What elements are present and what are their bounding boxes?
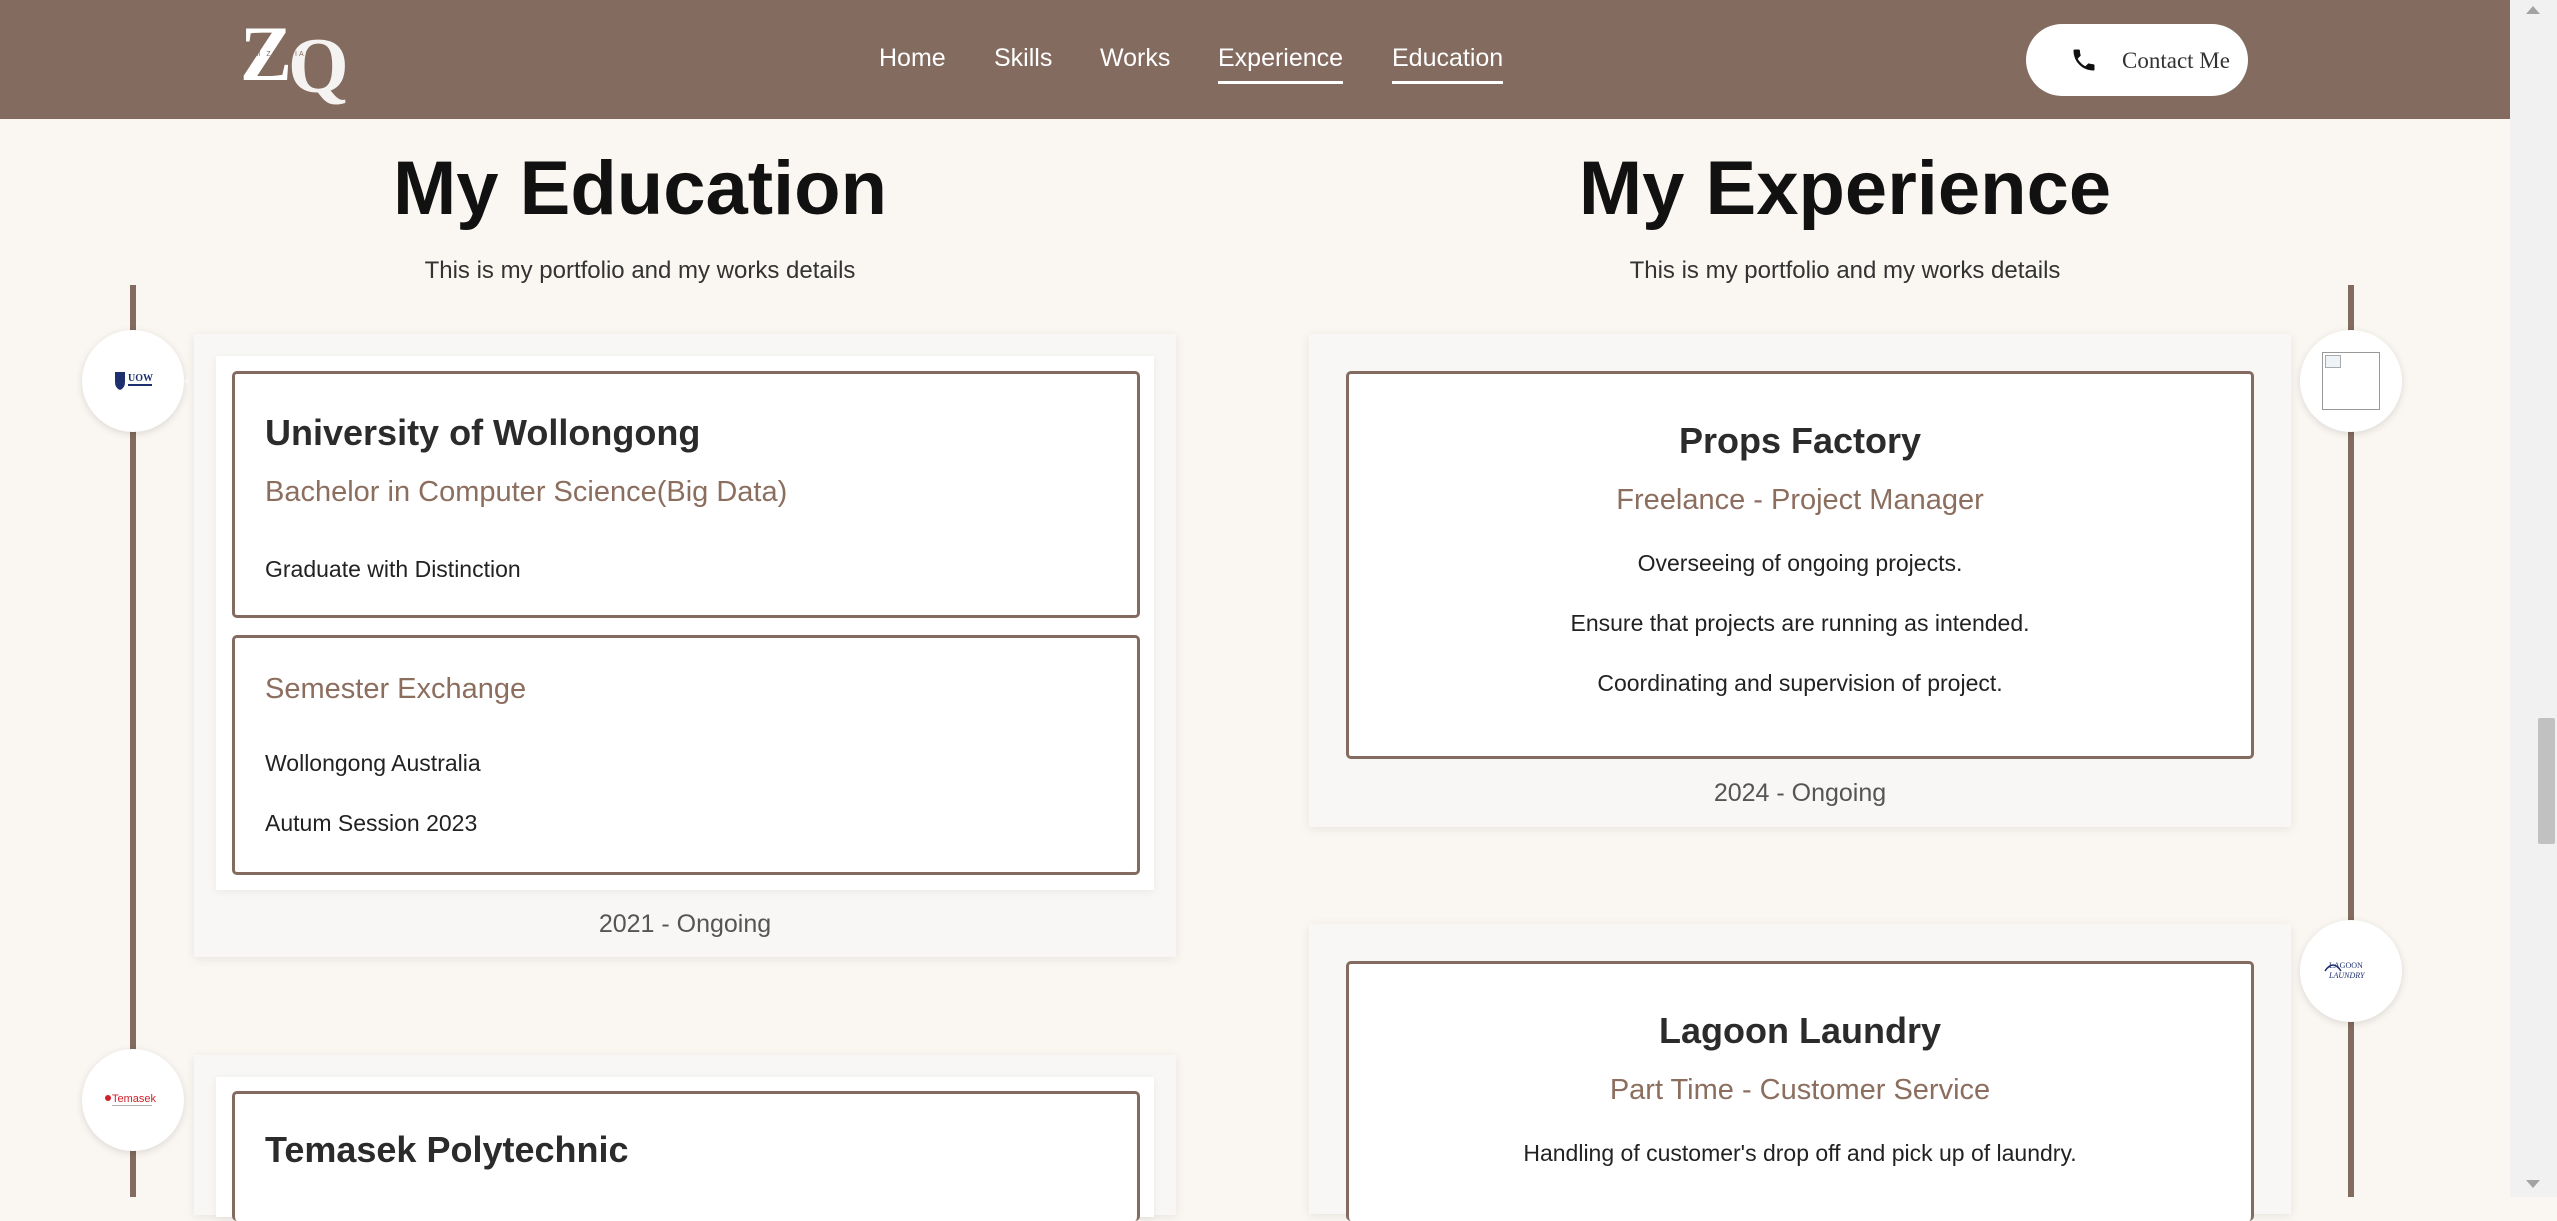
broken-image-icon	[2322, 352, 2380, 410]
exchange-box: Semester Exchange Wollongong Australia A…	[232, 635, 1140, 875]
phone-icon	[2070, 46, 2098, 74]
contact-me-button[interactable]: Contact Me	[2026, 24, 2248, 96]
experience-subtitle: This is my portfolio and my works detail…	[1629, 257, 2061, 284]
svg-text:LAGOON: LAGOON	[2329, 961, 2363, 970]
job-duty: Handling of customer's drop off and pick…	[1523, 1140, 2077, 1166]
svg-text:Q: Q	[288, 22, 349, 108]
nav-link-home[interactable]: Home	[879, 44, 946, 73]
page-scrollbar[interactable]	[2510, 0, 2557, 1197]
nav-link-works[interactable]: Works	[1100, 44, 1170, 73]
svg-text:LAUNDRY: LAUNDRY	[2328, 971, 2366, 980]
job-duty: Overseeing of ongoing projects.	[1637, 550, 1963, 576]
lagoon-laundry-logo: LAGOON LAUNDRY	[2300, 920, 2402, 1022]
props-factory-logo	[2300, 330, 2402, 432]
svg-text:Temasek: Temasek	[112, 1093, 157, 1105]
degree-name: Bachelor in Computer Science(Big Data)	[265, 476, 788, 508]
company-name: Props Factory	[1678, 420, 1922, 461]
exchange-session: Autum Session 2023	[265, 810, 478, 836]
site-logo[interactable]: Z Q LAM ZHI QIANG	[238, 10, 360, 109]
scroll-up-arrow-icon[interactable]	[2526, 6, 2540, 14]
school-name: Temasek Polytechnic	[265, 1129, 629, 1170]
props-factory-box: Props Factory Freelance - Project Manage…	[1346, 371, 2254, 759]
svg-text:LAM ZHI QIANG: LAM ZHI QIANG	[242, 51, 320, 58]
education-period: 2021 - Ongoing	[598, 910, 772, 938]
job-duty: Ensure that projects are running as inte…	[1570, 610, 2030, 636]
temasek-box: Temasek Polytechnic	[232, 1091, 1140, 1221]
job-duty: Coordinating and supervision of project.	[1597, 670, 2003, 696]
experience-period: 2024 - Ongoing	[1713, 779, 1887, 807]
education-title: My Education	[392, 146, 888, 231]
scrollbar-thumb[interactable]	[2538, 718, 2555, 844]
degree-box: University of Wollongong Bachelor in Com…	[232, 371, 1140, 618]
svg-text:UOW: UOW	[128, 373, 153, 384]
nav-link-experience[interactable]: Experience	[1218, 44, 1344, 84]
school-name: University of Wollongong	[265, 412, 701, 453]
job-role: Part Time - Customer Service	[1609, 1074, 1991, 1106]
nav-link-skills[interactable]: Skills	[994, 44, 1052, 73]
experience-title: My Experience	[1578, 146, 2112, 231]
degree-note: Graduate with Distinction	[265, 556, 521, 582]
navbar: Z Q LAM ZHI QIANG Home Skills Works Expe…	[0, 0, 2510, 119]
uow-logo: UOW	[82, 330, 184, 432]
lagoon-laundry-box: Lagoon Laundry Part Time - Customer Serv…	[1346, 961, 2254, 1221]
exchange-title: Semester Exchange	[265, 673, 527, 705]
temasek-logo: Temasek	[82, 1049, 184, 1151]
company-name: Lagoon Laundry	[1659, 1010, 1941, 1051]
job-role: Freelance - Project Manager	[1616, 484, 1984, 516]
education-subtitle: This is my portfolio and my works detail…	[424, 257, 856, 284]
scroll-down-arrow-icon[interactable]	[2526, 1180, 2540, 1188]
nav-link-education[interactable]: Education	[1392, 44, 1504, 84]
exchange-place: Wollongong Australia	[265, 750, 481, 776]
contact-me-label: Contact Me	[2122, 48, 2230, 73]
